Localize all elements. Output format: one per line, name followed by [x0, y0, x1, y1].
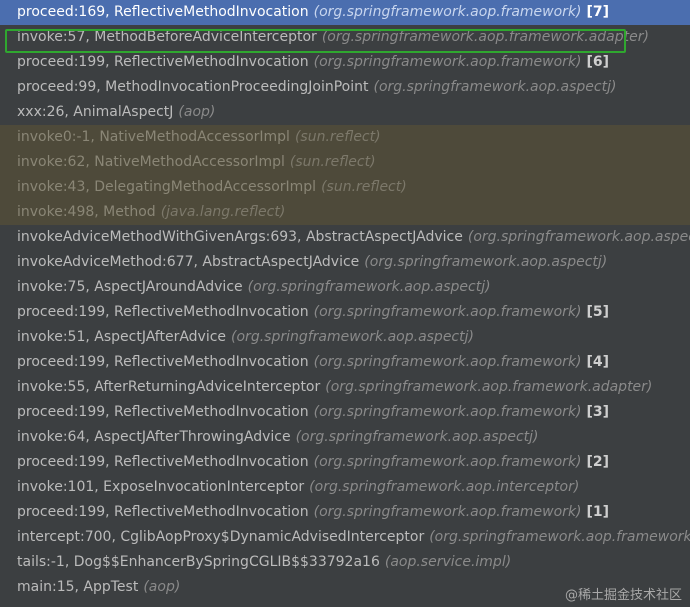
stack-frame-row[interactable]: invoke:64, AspectJAfterThrowingAdvice (or…: [0, 425, 690, 450]
frame-method: proceed:99, MethodInvocationProceedingJo…: [17, 79, 369, 95]
frame-depth-badge: [7]: [586, 4, 610, 20]
frame-depth-badge: [6]: [586, 54, 610, 70]
stack-frame-row[interactable]: invoke:498, Method (java.lang.reflect): [0, 200, 690, 225]
frame-method: proceed:199, ReflectiveMethodInvocation: [17, 354, 309, 370]
frame-list: proceed:169, ReflectiveMethodInvocation(…: [0, 0, 690, 600]
frame-method: invoke:62, NativeMethodAccessorImpl: [17, 154, 285, 170]
stack-frame-row[interactable]: tails:-1, Dog$$EnhancerBySpringCGLIB$$33…: [0, 550, 690, 575]
frame-package: (org.springframework.aop.framework.adapt…: [321, 29, 649, 45]
frame-package: (org.springframework.aop.aspectj): [295, 429, 539, 445]
stack-frame-row[interactable]: invoke:57, MethodBeforeAdviceInterceptor…: [0, 25, 690, 50]
watermark: @稀土掘金技术社区: [564, 588, 682, 603]
frame-package: (java.lang.reflect): [160, 204, 286, 220]
frame-method: invoke:51, AspectJAfterAdvice: [17, 329, 227, 345]
frame-method: invoke:498, Method: [17, 204, 156, 220]
frame-method: invoke:75, AspectJAroundAdvice: [17, 279, 243, 295]
frame-package: (sun.reflect): [294, 129, 381, 145]
frame-package: (org.springframework.aop.aspectj): [247, 279, 491, 295]
stack-frame-row[interactable]: invoke:43, DelegatingMethodAccessorImpl(…: [0, 175, 690, 200]
frame-method: proceed:199, ReflectiveMethodInvocation: [17, 454, 309, 470]
frame-package: (org.springframework.aop.framework): [313, 454, 582, 470]
frame-method: invoke:55, AfterReturningAdviceIntercept…: [17, 379, 321, 395]
stack-frame-row[interactable]: xxx:26, AnimalAspectJ (aop): [0, 100, 690, 125]
stack-frame-row[interactable]: invoke:62, NativeMethodAccessorImpl (sun.…: [0, 150, 690, 175]
frame-method: invoke0:-1, NativeMethodAccessorImpl: [17, 129, 290, 145]
frame-method: proceed:199, ReflectiveMethodInvocation: [17, 504, 309, 520]
frame-package: (org.springframework.aop.aspectj): [231, 329, 474, 345]
stack-frame-row[interactable]: proceed:169, ReflectiveMethodInvocation(…: [0, 0, 690, 25]
frame-package: (aop): [143, 579, 181, 595]
frame-depth-badge: [1]: [586, 504, 610, 520]
stack-frame-row[interactable]: invoke:55, AfterReturningAdviceIntercept…: [0, 375, 690, 400]
frame-package: (org.springframework.aop.aspectj): [364, 254, 608, 270]
frame-method: invoke:43, DelegatingMethodAccessorImpl: [17, 179, 317, 195]
frame-package: (org.springframework.aop.aspectj): [467, 229, 690, 245]
frame-package: (org.springframework.aop.framework.adapt…: [325, 379, 653, 395]
frame-package: (org.springframework.aop.framework): [313, 4, 582, 20]
frame-depth-badge: [3]: [586, 404, 610, 420]
frame-package: (sun.reflect): [321, 179, 407, 195]
frame-package: (org.springframework.aop.framework): [313, 354, 582, 370]
stack-frame-row[interactable]: invokeAdviceMethodWithGivenArgs:693, Abs…: [0, 225, 690, 250]
stack-frame-row[interactable]: invokeAdviceMethod:677, AbstractAspectJA…: [0, 250, 690, 275]
frame-package: (org.springframework.aop.framework): [313, 304, 582, 320]
frame-method: intercept:700, CglibAopProxy$DynamicAdvi…: [17, 529, 425, 545]
frame-method: invokeAdviceMethod:677, AbstractAspectJA…: [17, 254, 360, 270]
frame-method: invoke:101, ExposeInvocationInterceptor: [17, 479, 305, 495]
frame-method: main:15, AppTest: [17, 579, 139, 595]
stack-frame-row[interactable]: invoke:75, AspectJAroundAdvice (org.sprin…: [0, 275, 690, 300]
stack-frame-row[interactable]: invoke0:-1, NativeMethodAccessorImpl (sun…: [0, 125, 690, 150]
frame-method: proceed:199, ReflectiveMethodInvocation: [17, 404, 309, 420]
frame-package: (org.springframework.aop.framework): [313, 404, 582, 420]
frame-method: proceed:169, ReflectiveMethodInvocation: [17, 4, 309, 20]
frame-package: (aop): [178, 104, 216, 120]
frame-depth-badge: [5]: [586, 304, 610, 320]
frame-package: (sun.reflect): [289, 154, 376, 170]
stack-frame-row[interactable]: proceed:199, ReflectiveMethodInvocation(…: [0, 400, 690, 425]
stack-frame-row[interactable]: proceed:199, ReflectiveMethodInvocation(…: [0, 500, 690, 525]
stack-frame-row[interactable]: proceed:199, ReflectiveMethodInvocation(…: [0, 350, 690, 375]
stack-frame-row[interactable]: invoke:101, ExposeInvocationInterceptor(…: [0, 475, 690, 500]
frames-panel: proceed:169, ReflectiveMethodInvocation(…: [0, 0, 690, 607]
stack-frame-row[interactable]: invoke:51, AspectJAfterAdvice (org.spring…: [0, 325, 690, 350]
stack-frame-row[interactable]: proceed:199, ReflectiveMethodInvocation(…: [0, 300, 690, 325]
frame-method: tails:-1, Dog$$EnhancerBySpringCGLIB$$33…: [17, 554, 380, 570]
frame-package: (org.springframework.aop.framework): [429, 529, 690, 545]
stack-frame-row[interactable]: proceed:199, ReflectiveMethodInvocation(…: [0, 450, 690, 475]
stack-frame-row[interactable]: proceed:199, ReflectiveMethodInvocation(…: [0, 50, 690, 75]
stack-frame-row[interactable]: proceed:99, MethodInvocationProceedingJo…: [0, 75, 690, 100]
frame-package: (org.springframework.aop.framework): [313, 504, 582, 520]
frame-method: xxx:26, AnimalAspectJ: [17, 104, 174, 120]
frame-method: proceed:199, ReflectiveMethodInvocation: [17, 54, 309, 70]
frame-depth-badge: [4]: [586, 354, 610, 370]
stack-frame-row[interactable]: intercept:700, CglibAopProxy$DynamicAdvi…: [0, 525, 690, 550]
frame-method: invokeAdviceMethodWithGivenArgs:693, Abs…: [17, 229, 463, 245]
frame-package: (org.springframework.aop.aspectj): [373, 79, 617, 95]
frame-depth-badge: [2]: [586, 454, 610, 470]
frame-method: invoke:57, MethodBeforeAdviceInterceptor: [17, 29, 317, 45]
frame-package: (aop.service.impl): [384, 554, 512, 570]
frame-method: invoke:64, AspectJAfterThrowingAdvice: [17, 429, 291, 445]
frame-package: (org.springframework.aop.framework): [313, 54, 582, 70]
frame-package: (org.springframework.aop.interceptor): [309, 479, 580, 495]
frame-method: proceed:199, ReflectiveMethodInvocation: [17, 304, 309, 320]
